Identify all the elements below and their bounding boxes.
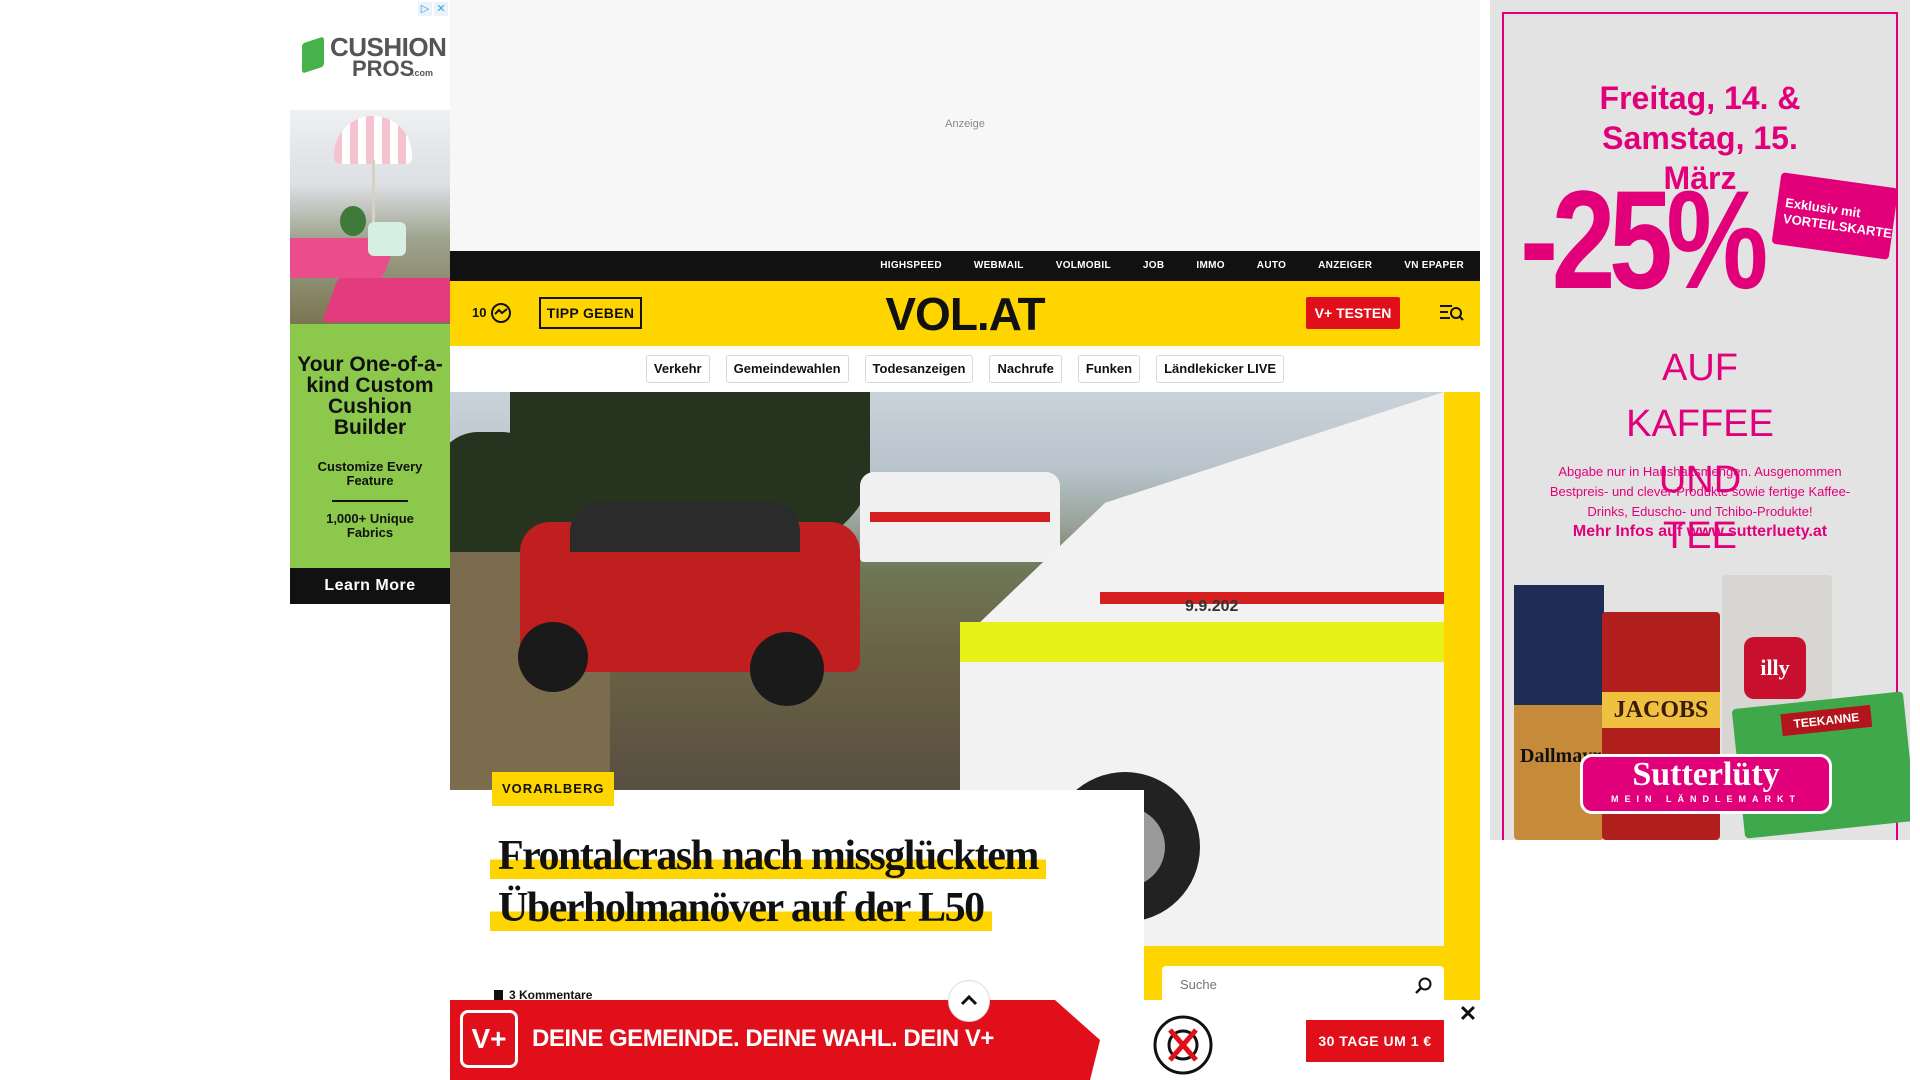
topic-verkehr[interactable]: Verkehr	[645, 355, 710, 383]
topic-gemeindewahlen[interactable]: Gemeindewahlen	[725, 355, 849, 383]
ad-brand-line2: PROS	[352, 56, 415, 81]
bottom-ad-cta-button[interactable]: 30 TAGE UM 1 €	[1306, 1020, 1444, 1062]
headline-text[interactable]: Frontalcrash nach missglücktem Überholma…	[490, 833, 1046, 931]
ad-text-panel: Your One-of-a-kind Custom Cushion Builde…	[290, 324, 450, 568]
menu-search-icon[interactable]	[1438, 301, 1464, 325]
service-link-epaper[interactable]: VN EPAPER	[1404, 251, 1464, 281]
top-banner-ad[interactable]: Anzeige	[450, 0, 1480, 251]
topic-funken[interactable]: Funken	[1077, 355, 1141, 383]
adchoices-icon[interactable]: ▷	[418, 2, 432, 16]
service-link-anzeiger[interactable]: ANZEIGER	[1318, 251, 1372, 281]
close-icon[interactable]: ✕	[1458, 1003, 1478, 1025]
bottom-ad-red-panel: V+ DEINE GEMEINDE. DEINE WAHL. DEIN V+	[450, 1000, 1100, 1080]
vplus-testen-button[interactable]: V+ TESTEN	[1306, 297, 1400, 329]
ad-product-photo	[290, 110, 450, 324]
ad-choices[interactable]: ▷ ✕	[418, 2, 448, 16]
ad-label: Anzeige	[945, 118, 985, 130]
search-panel	[1144, 946, 1480, 1006]
site-header: 10 TIPP GEBEN VOL.AT V+ TESTEN	[450, 281, 1480, 346]
article-headline[interactable]: Frontalcrash nach missglücktem Überholma…	[490, 830, 1130, 934]
scroll-top-button[interactable]	[948, 980, 990, 1022]
ad-note: Abgabe nur in Haushaltsmengen. Ausgenomm…	[1549, 464, 1851, 519]
ad-headline: Your One-of-a-kind Custom Cushion Builde…	[297, 353, 443, 439]
ad-link[interactable]: Mehr Infos auf www.sutterluety.at	[1490, 522, 1910, 542]
service-link-highspeed[interactable]: HIGHSPEED	[880, 251, 942, 281]
service-link-volmobil[interactable]: VOLMOBIL	[1056, 251, 1111, 281]
category-tag[interactable]: VORARLBERG	[492, 772, 615, 806]
comment-icon	[494, 990, 503, 1000]
ad-learn-more-button[interactable]: Learn More	[290, 568, 450, 604]
topic-nachrufe[interactable]: Nachrufe	[989, 355, 1062, 383]
service-bar: HIGHSPEED WEBMAIL VOLMOBIL JOB IMMO AUTO…	[450, 251, 1480, 281]
service-link-webmail[interactable]: WEBMAIL	[974, 251, 1024, 281]
ad-brand-suffix: .com	[412, 68, 434, 78]
search-icon[interactable]	[1414, 976, 1434, 996]
ad-feature-customize: Customize Every Feature	[317, 459, 423, 488]
ballot-icon	[1153, 1015, 1213, 1075]
search-input[interactable]	[1178, 976, 1402, 993]
bottom-ad-slogan: DEINE GEMEINDE. DEINE WAHL. DEIN V+	[532, 1025, 994, 1052]
topic-laendlekicker[interactable]: Ländlekicker LIVE	[1156, 355, 1285, 383]
left-skyscraper-ad[interactable]: ▷ ✕ CUSHION PROS .com Your One-of-a-kind…	[290, 0, 450, 604]
service-link-auto[interactable]: AUTO	[1257, 251, 1286, 281]
article-teaser[interactable]: VORARLBERG Frontalcrash nach missglückte…	[450, 772, 1144, 1002]
ad-brand-logo: Sutterlüty MEIN LÄNDLEMARKT	[1580, 754, 1832, 814]
ad-brand-logo: CUSHION PROS .com	[300, 26, 447, 86]
ad-close-icon[interactable]: ✕	[434, 2, 448, 16]
ad-discount: -25%	[1520, 161, 1768, 318]
van-number: 9.9.202	[1185, 598, 1239, 615]
chevron-up-icon	[960, 994, 978, 1006]
vplus-logo: V+	[460, 1010, 518, 1068]
ad-divider	[332, 500, 408, 502]
right-skyscraper-ad[interactable]: Freitag, 14. & Samstag, 15. März -25% Ex…	[1490, 0, 1910, 840]
service-link-immo[interactable]: IMMO	[1196, 251, 1224, 281]
topic-nav: Verkehr Gemeindewahlen Todesanzeigen Nac…	[450, 346, 1480, 392]
cushion-logo-icon	[302, 36, 324, 74]
ad-feature-fabrics: 1,000+ Unique Fabrics	[326, 511, 414, 540]
service-link-job[interactable]: JOB	[1143, 251, 1164, 281]
hero-accent-bar	[1444, 392, 1480, 952]
topic-todesanzeigen[interactable]: Todesanzeigen	[864, 355, 974, 383]
